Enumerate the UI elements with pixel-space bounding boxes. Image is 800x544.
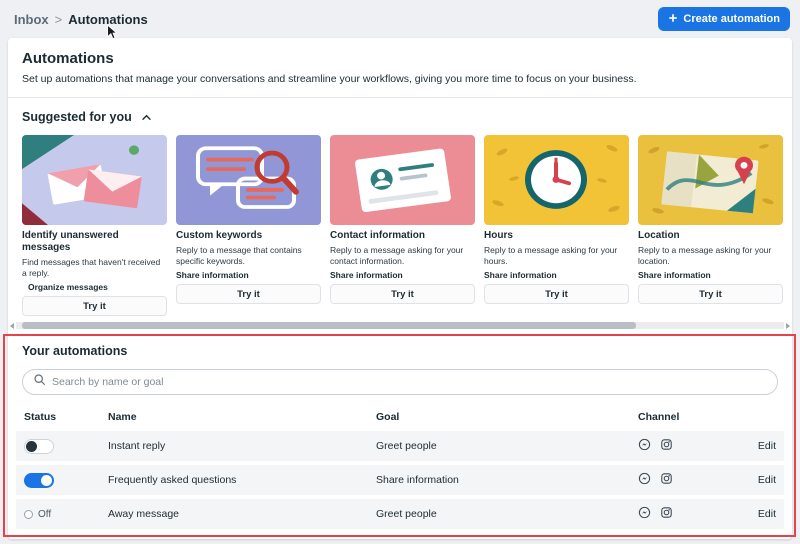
card-description: Reply to a message asking for your hours… xyxy=(484,245,629,267)
scrollbar-thumb[interactable] xyxy=(22,322,636,329)
card-tag: Share information xyxy=(176,270,321,280)
card-tag: Share information xyxy=(484,270,629,280)
automation-goal: Greet people xyxy=(376,440,638,452)
edit-link[interactable]: Edit xyxy=(758,474,776,486)
try-it-button[interactable]: Try it xyxy=(638,284,783,304)
status-toggle[interactable] xyxy=(24,439,54,454)
clock-illustration xyxy=(484,135,629,225)
page-title: Automations xyxy=(22,50,778,68)
suggestion-card-location: Location Reply to a message asking for y… xyxy=(638,135,783,316)
scroll-right-arrow-icon[interactable] xyxy=(784,322,792,329)
edit-link[interactable]: Edit xyxy=(758,440,776,452)
card-title: Identify unanswered messages xyxy=(22,230,167,254)
try-it-button[interactable]: Try it xyxy=(176,284,321,304)
radio-off-icon xyxy=(24,510,33,519)
create-automation-button[interactable]: Create automation xyxy=(658,7,790,31)
scrollbar-track[interactable] xyxy=(16,322,784,329)
chevron-up-icon xyxy=(141,109,152,124)
card-tag: Share information xyxy=(638,270,783,280)
breadcrumb-separator: > xyxy=(55,12,63,27)
table-row-away-message: Off Away message Greet people Edit xyxy=(16,499,784,529)
toggle-knob xyxy=(26,441,37,452)
column-channel: Channel xyxy=(638,411,732,423)
automation-goal: Share information xyxy=(376,474,638,486)
suggestion-card-hours: Hours Reply to a message asking for your… xyxy=(484,135,629,316)
card-description: Reply to a message that contains specifi… xyxy=(176,245,321,267)
your-automations-title: Your automations xyxy=(22,344,778,359)
table-row-instant-reply: Instant reply Greet people Edit xyxy=(16,431,784,461)
horizontal-scrollbar xyxy=(8,322,792,329)
automation-name: Instant reply xyxy=(108,440,376,452)
instagram-icon xyxy=(660,506,673,522)
keywords-illustration xyxy=(176,135,321,225)
table-row-frequently-asked-questions: Frequently asked questions Share informa… xyxy=(16,465,784,495)
search-box[interactable] xyxy=(22,369,778,395)
card-description: Reply to a message asking for your locat… xyxy=(638,245,783,267)
suggested-cards-row: Identify unanswered messages Find messag… xyxy=(8,135,792,320)
messenger-icon xyxy=(638,506,651,522)
unanswered-messages-illustration xyxy=(22,135,167,225)
automation-name: Away message xyxy=(108,508,376,520)
automation-name: Frequently asked questions xyxy=(108,474,376,486)
try-it-button[interactable]: Try it xyxy=(22,296,167,316)
automations-panel: Automations Set up automations that mana… xyxy=(8,38,792,539)
your-automations-section: Your automations Status Name Goal Channe… xyxy=(8,329,792,529)
card-title: Location xyxy=(638,230,783,242)
contact-card-illustration xyxy=(330,135,475,225)
instagram-icon xyxy=(660,438,673,454)
edit-link[interactable]: Edit xyxy=(758,508,776,520)
status-off-indicator[interactable]: Off xyxy=(24,509,108,520)
status-toggle[interactable] xyxy=(24,473,54,488)
breadcrumb-current: Automations xyxy=(68,12,147,27)
search-input[interactable] xyxy=(52,376,767,388)
messenger-icon xyxy=(638,472,651,488)
collapse-suggested-button[interactable] xyxy=(139,107,154,126)
card-title: Custom keywords xyxy=(176,230,321,242)
breadcrumb-inbox-link[interactable]: Inbox xyxy=(14,12,49,27)
search-icon xyxy=(33,373,46,391)
suggestion-card-identify-unanswered: Identify unanswered messages Find messag… xyxy=(22,135,167,316)
toggle-knob xyxy=(41,475,52,486)
card-title: Hours xyxy=(484,230,629,242)
plus-icon xyxy=(668,13,678,26)
column-name: Name xyxy=(108,411,376,423)
try-it-button[interactable]: Try it xyxy=(330,284,475,304)
page-subtitle: Set up automations that manage your conv… xyxy=(22,73,778,86)
table-header-row: Status Name Goal Channel xyxy=(16,405,784,431)
instagram-icon xyxy=(660,472,673,488)
card-title: Contact information xyxy=(330,230,475,242)
column-status: Status xyxy=(24,411,108,423)
suggested-section-header: Suggested for you xyxy=(8,98,792,135)
automations-table: Status Name Goal Channel Instant reply G… xyxy=(16,405,784,529)
suggestion-card-custom-keywords: Custom keywords Reply to a message that … xyxy=(176,135,321,316)
card-tag: Share information xyxy=(330,270,475,280)
card-description: Reply to a message asking for your conta… xyxy=(330,245,475,267)
messenger-icon xyxy=(638,438,651,454)
automation-goal: Greet people xyxy=(376,508,638,520)
column-goal: Goal xyxy=(376,411,638,423)
suggested-title: Suggested for you xyxy=(22,110,132,124)
card-description: Find messages that haven't received a re… xyxy=(22,257,167,279)
suggestion-card-contact-information: Contact information Reply to a message a… xyxy=(330,135,475,316)
breadcrumb: Inbox > Automations xyxy=(14,12,148,27)
map-illustration xyxy=(638,135,783,225)
status-off-label: Off xyxy=(38,509,51,520)
try-it-button[interactable]: Try it xyxy=(484,284,629,304)
top-bar: Inbox > Automations Create automation xyxy=(0,0,800,38)
card-tag: Organize messages xyxy=(28,282,167,292)
scroll-left-arrow-icon[interactable] xyxy=(8,322,16,329)
create-automation-label: Create automation xyxy=(683,13,780,25)
